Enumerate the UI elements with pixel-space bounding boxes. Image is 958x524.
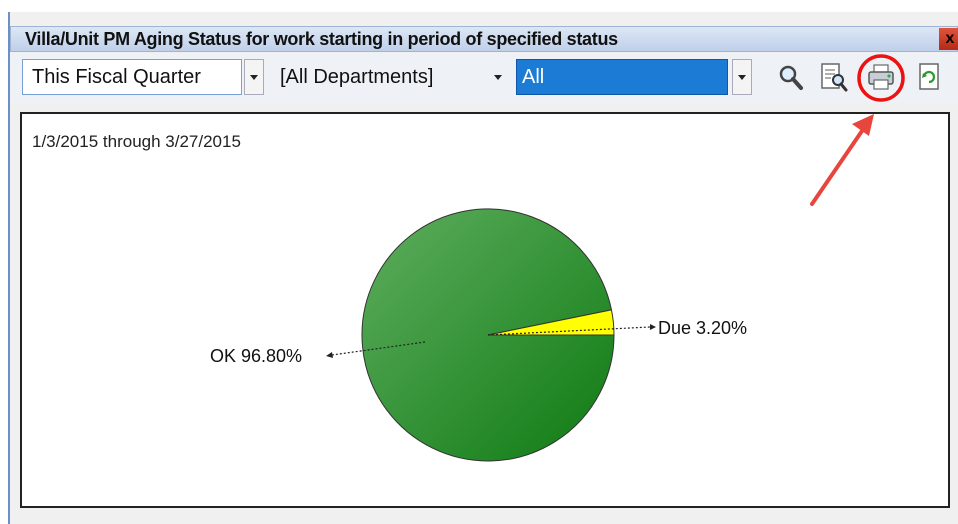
annotation-arrow bbox=[810, 126, 866, 206]
highlight-circle bbox=[857, 54, 905, 102]
annotation-overlay bbox=[810, 54, 905, 206]
